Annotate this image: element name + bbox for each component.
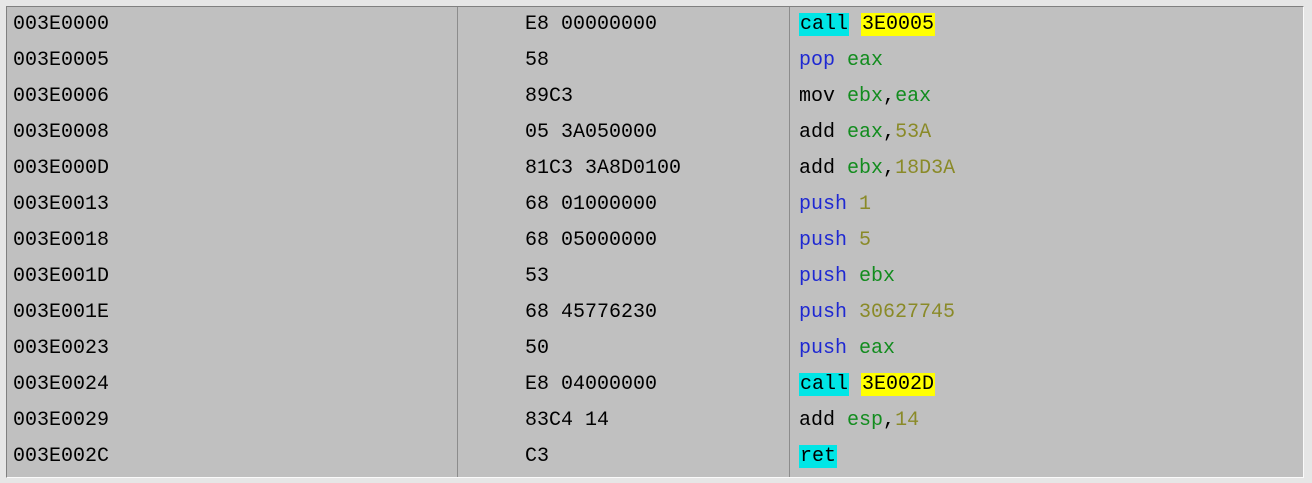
row-hex-bytes: 83C4 14: [525, 409, 610, 432]
disassembly-row[interactable]: 003E000D 81C3 3A8D0100 add ebx,18D3A: [7, 151, 1303, 187]
row-hex-bytes: E8 00000000: [525, 13, 658, 36]
row-address: 003E0024: [13, 373, 110, 396]
row-hex-bytes: 58: [525, 49, 550, 72]
operand-immediate: 1: [859, 193, 872, 216]
row-address: 003E0013: [13, 193, 110, 216]
operand-separator: ,: [883, 85, 896, 108]
row-hex-bytes: C3: [525, 445, 550, 468]
call-target-address[interactable]: 3E002D: [861, 373, 936, 396]
disassembly-row[interactable]: 003E002C C3 ret: [7, 439, 1303, 475]
operand-separator: ,: [883, 409, 896, 432]
row-instruction: push 5: [799, 223, 871, 259]
row-instruction: push 1: [799, 187, 871, 223]
instruction-mnemonic: push: [799, 229, 848, 252]
disassembly-row[interactable]: 003E0029 83C4 14 add esp,14: [7, 403, 1303, 439]
operand-register: eax: [847, 121, 884, 144]
row-hex-bytes: 68 01000000: [525, 193, 658, 216]
disassembly-row[interactable]: 003E0000 E8 00000000 call 3E0005: [7, 7, 1303, 43]
operand-register: ebx: [859, 265, 896, 288]
operand-immediate: 30627745: [859, 301, 956, 324]
call-target-address[interactable]: 3E0005: [861, 13, 936, 36]
row-hex-bytes: 68 45776230: [525, 301, 658, 324]
row-hex-bytes: 89C3: [525, 85, 574, 108]
operand-register: eax: [859, 337, 896, 360]
row-address: 003E0023: [13, 337, 110, 360]
row-address: 003E0000: [13, 13, 110, 36]
row-address: 003E0008: [13, 121, 110, 144]
disassembly-row[interactable]: 003E0005 58 pop eax: [7, 43, 1303, 79]
row-address: 003E001E: [13, 301, 110, 324]
operand-register: ebx: [847, 157, 884, 180]
disassembly-row[interactable]: 003E0013 68 01000000 push 1: [7, 187, 1303, 223]
row-instruction: call 3E0005: [799, 7, 936, 43]
row-hex-bytes: E8 04000000: [525, 373, 658, 396]
instruction-mnemonic: push: [799, 337, 848, 360]
operand-immediate: 14: [895, 409, 920, 432]
instruction-mnemonic: push: [799, 265, 848, 288]
operand-register: eax: [847, 49, 884, 72]
disassembly-row[interactable]: 003E0018 68 05000000 push 5: [7, 223, 1303, 259]
operand-immediate: 5: [859, 229, 872, 252]
row-instruction: push eax: [799, 331, 895, 367]
row-address: 003E0018: [13, 229, 110, 252]
row-address: 003E0006: [13, 85, 110, 108]
disassembly-panel[interactable]: 003E0000 E8 00000000 call 3E0005 003E0005 58…: [6, 6, 1304, 478]
row-hex-bytes: 81C3 3A8D0100: [525, 157, 682, 180]
instruction-mnemonic: call: [799, 373, 850, 396]
instruction-mnemonic: pop: [799, 49, 836, 72]
row-address: 003E0029: [13, 409, 110, 432]
row-instruction: pop eax: [799, 43, 883, 79]
row-address: 003E001D: [13, 265, 110, 288]
instruction-mnemonic: add: [799, 121, 836, 144]
operand-register: esp: [847, 409, 884, 432]
row-hex-bytes: 53: [525, 265, 550, 288]
operand-immediate: 18D3A: [895, 157, 956, 180]
instruction-mnemonic: call: [799, 13, 850, 36]
operand-separator: ,: [883, 121, 896, 144]
instruction-mnemonic: ret: [799, 445, 838, 468]
disassembly-row[interactable]: 003E0006 89C3 mov ebx,eax: [7, 79, 1303, 115]
disassembly-row[interactable]: 003E0023 50 push eax: [7, 331, 1303, 367]
instruction-mnemonic: push: [799, 301, 848, 324]
instruction-mnemonic: add: [799, 157, 836, 180]
disassembly-row[interactable]: 003E001E 68 45776230 push 30627745: [7, 295, 1303, 331]
disassembly-row[interactable]: 003E0008 05 3A050000 add eax,53A: [7, 115, 1303, 151]
row-hex-bytes: 05 3A050000: [525, 121, 658, 144]
operand-separator: ,: [883, 157, 896, 180]
disassembly-row[interactable]: 003E0024 E8 04000000 call 3E002D: [7, 367, 1303, 403]
instruction-mnemonic: mov: [799, 85, 836, 108]
row-instruction: add eax,53A: [799, 115, 931, 151]
row-hex-bytes: 68 05000000: [525, 229, 658, 252]
row-instruction: call 3E002D: [799, 367, 936, 403]
row-hex-bytes: 50: [525, 337, 550, 360]
instruction-mnemonic: add: [799, 409, 836, 432]
row-address: 003E002C: [13, 445, 110, 468]
row-instruction: ret: [799, 439, 838, 475]
operand-register: eax: [895, 85, 932, 108]
disassembly-row[interactable]: 003E001D 53 push ebx: [7, 259, 1303, 295]
instruction-mnemonic: push: [799, 193, 848, 216]
operand-register: ebx: [847, 85, 884, 108]
row-instruction: push ebx: [799, 259, 895, 295]
disassembly-rows: 003E0000 E8 00000000 call 3E0005 003E0005 58…: [7, 7, 1303, 475]
row-instruction: add ebx,18D3A: [799, 151, 955, 187]
row-instruction: mov ebx,eax: [799, 79, 931, 115]
row-address: 003E0005: [13, 49, 110, 72]
row-instruction: add esp,14: [799, 403, 919, 439]
operand-immediate: 53A: [895, 121, 932, 144]
row-address: 003E000D: [13, 157, 110, 180]
row-instruction: push 30627745: [799, 295, 955, 331]
